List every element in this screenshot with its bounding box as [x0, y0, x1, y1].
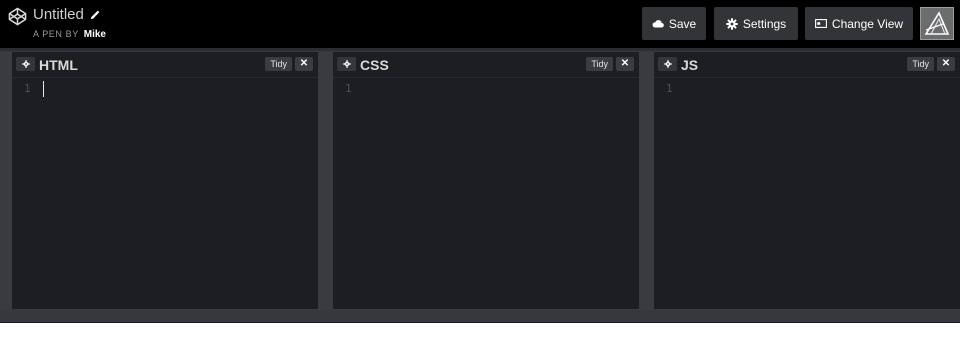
change-view-button[interactable]: Change View: [805, 7, 913, 40]
avatar-logo-icon: [924, 10, 950, 35]
line-number: 1: [24, 82, 31, 95]
js-code-editor[interactable]: 1: [654, 78, 960, 309]
top-header: Untitled A PEN BY Mike Save Settings Cha…: [0, 0, 960, 48]
line-number: 1: [345, 82, 352, 95]
html-close-button[interactable]: ✕: [295, 57, 313, 71]
pencil-icon[interactable]: [89, 10, 100, 21]
close-icon: ✕: [620, 58, 630, 69]
gear-icon: [342, 60, 351, 68]
codepen-logo-icon[interactable]: [8, 7, 27, 26]
save-label: Save: [668, 16, 697, 31]
css-settings-button[interactable]: [337, 57, 356, 71]
resize-handle-bar[interactable]: [0, 310, 960, 323]
settings-label: Settings: [742, 16, 787, 31]
html-pane-header: HTML Tidy ✕: [12, 52, 318, 78]
line-number: 1: [666, 82, 673, 95]
byline-prefix: A PEN BY: [33, 29, 79, 39]
pen-title-row: Untitled: [33, 6, 100, 24]
js-pane-header: JS Tidy ✕: [654, 52, 960, 78]
js-pane-title: JS: [681, 57, 699, 73]
text-cursor: [43, 81, 44, 97]
close-icon: ✕: [941, 58, 951, 69]
user-avatar[interactable]: [920, 7, 954, 40]
html-tidy-button[interactable]: Tidy: [265, 57, 292, 71]
editor-area: HTML Tidy ✕ 1 CSS Tidy ✕ 1 JS Tidy ✕ 1: [0, 48, 960, 323]
cloud-icon: [652, 20, 664, 28]
js-close-button[interactable]: ✕: [937, 57, 955, 71]
author-name[interactable]: Mike: [84, 29, 106, 40]
css-pane-header: CSS Tidy ✕: [333, 52, 639, 78]
change-view-label: Change View: [831, 16, 904, 31]
pen-byline: A PEN BY Mike: [33, 28, 106, 41]
gear-icon: [21, 60, 30, 68]
js-settings-button[interactable]: [658, 57, 677, 71]
js-tidy-button[interactable]: Tidy: [907, 57, 934, 71]
css-pane-title: CSS: [360, 57, 389, 73]
css-code-editor[interactable]: 1: [333, 78, 639, 309]
layout-icon: [814, 19, 827, 28]
close-icon: ✕: [299, 58, 309, 69]
css-tidy-button[interactable]: Tidy: [586, 57, 613, 71]
gear-icon: [663, 60, 672, 68]
save-button[interactable]: Save: [642, 7, 706, 40]
css-editor-pane: CSS Tidy ✕ 1: [333, 52, 639, 309]
js-editor-pane: JS Tidy ✕ 1: [654, 52, 960, 309]
html-code-editor[interactable]: 1: [12, 78, 318, 309]
html-pane-title: HTML: [39, 57, 78, 73]
html-editor-pane: HTML Tidy ✕ 1: [12, 52, 318, 309]
css-close-button[interactable]: ✕: [616, 57, 634, 71]
html-settings-button[interactable]: [16, 57, 35, 71]
settings-button[interactable]: Settings: [714, 7, 798, 40]
codepen-editor: Untitled A PEN BY Mike Save Settings Cha…: [0, 0, 960, 361]
gear-icon: [726, 17, 738, 30]
pen-title[interactable]: Untitled: [33, 6, 84, 24]
